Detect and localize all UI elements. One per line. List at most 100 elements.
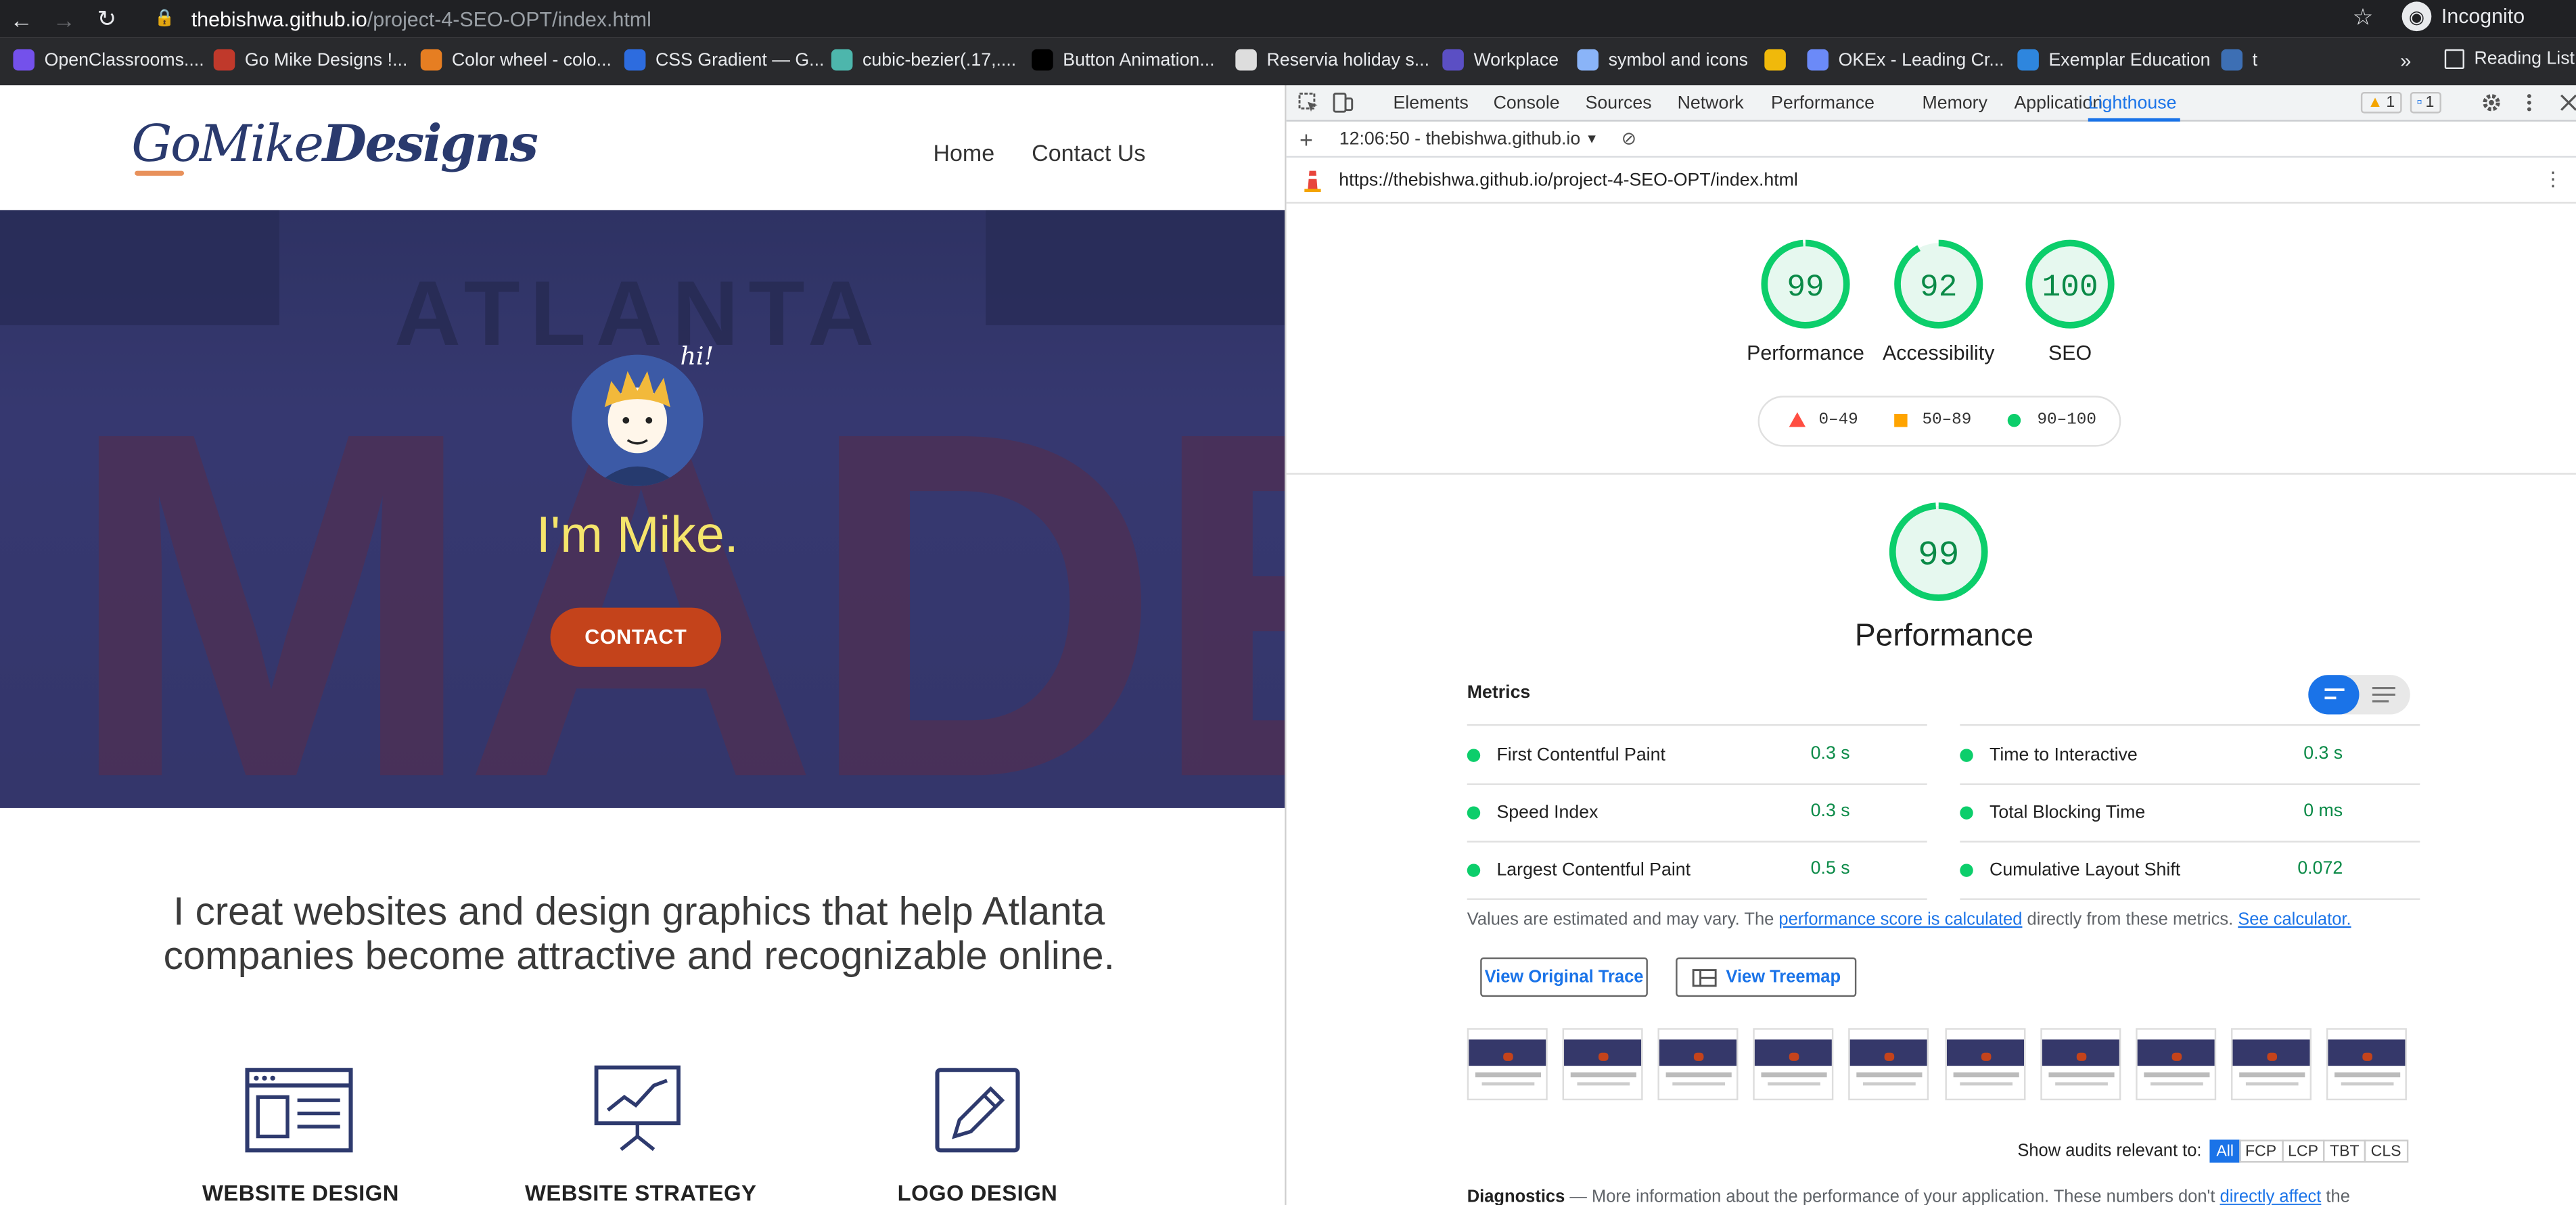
reading-list-button[interactable]: Reading List — [2444, 49, 2575, 70]
report-url[interactable]: https://thebishwa.github.io/project-4-SE… — [1339, 170, 1798, 189]
bookmark-item[interactable]: OpenClassrooms.... — [13, 49, 204, 71]
nav-contact-link[interactable]: Contact Us — [1032, 139, 1145, 166]
audit-filter-cls[interactable]: CLS — [2364, 1139, 2408, 1163]
report-menu-icon[interactable]: ⋮ — [2543, 168, 2562, 191]
note-text: Values are estimated and may vary. The — [1467, 909, 1779, 930]
metrics-view-toggle[interactable] — [2308, 675, 2410, 715]
filmstrip-frame — [2040, 1028, 2121, 1101]
tab-console[interactable]: Console — [1494, 93, 1560, 113]
forward-arrow-icon[interactable]: → — [43, 0, 85, 38]
metric-divider — [1467, 898, 1927, 900]
settings-gear-icon[interactable] — [2481, 92, 2502, 114]
bookmark-favicon-icon — [2221, 49, 2243, 71]
bookmark-item[interactable]: Reservia holiday s... — [1235, 49, 1429, 71]
bookmark-favicon-icon — [420, 49, 442, 71]
accessibility-gauge[interactable]: 92 — [1893, 238, 1985, 330]
metric-row[interactable]: Speed Index — [1467, 797, 1927, 830]
diagnostics-text: More information about the performance o… — [1591, 1187, 2220, 1205]
expanded-view-icon[interactable] — [2370, 685, 2397, 705]
metric-row[interactable]: First Contentful Paint — [1467, 739, 1927, 772]
seo-gauge[interactable]: 100 — [2024, 238, 2116, 330]
bookmark-item[interactable]: t — [2221, 49, 2257, 71]
messages-badge[interactable]: ▫ 1 — [2410, 92, 2441, 114]
bookmark-item[interactable]: CSS Gradient — G... — [624, 49, 825, 71]
bookmark-favicon-icon — [1807, 49, 1829, 71]
note-text-mid: directly from these metrics. — [2022, 909, 2238, 930]
incognito-icon: ◉ — [2401, 1, 2432, 32]
metric-row[interactable]: Cumulative Layout Shift — [1960, 854, 2420, 887]
performance-large-gauge[interactable]: 99 — [1887, 501, 1990, 603]
bookmark-label: cubic-bezier(.17,.... — [862, 50, 1017, 70]
metric-name: Total Blocking Time — [1990, 803, 2146, 823]
metric-row[interactable]: Total Blocking Time — [1960, 797, 2420, 830]
audit-filter-lcp[interactable]: LCP — [2281, 1139, 2325, 1163]
bookmark-label: t — [2252, 50, 2258, 70]
bookmarks-bar: » Reading List OpenClassrooms.... Go Mike… — [0, 37, 2576, 86]
diagnostics-text-end: the — [2321, 1187, 2350, 1205]
metric-divider — [1960, 841, 2420, 843]
pass-circle-icon — [2007, 414, 2021, 427]
directly-affect-link[interactable]: directly affect — [2220, 1187, 2322, 1205]
bookmark-item[interactable]: Button Animation... — [1032, 49, 1215, 71]
lighthouse-icon — [1304, 170, 1321, 191]
contact-button[interactable]: CONTACT — [550, 607, 722, 667]
inspect-element-icon[interactable] — [1298, 92, 1320, 114]
bookmark-item[interactable]: cubic-bezier(.17,.... — [831, 49, 1016, 71]
metric-value: 0.5 s — [1810, 859, 1850, 879]
bookmark-label: Button Animation... — [1063, 50, 1215, 70]
audit-filter-all[interactable]: All — [2209, 1139, 2240, 1163]
audit-filter-tbt[interactable]: TBT — [2323, 1139, 2366, 1163]
tab-network[interactable]: Network — [1678, 93, 1744, 113]
devtools-panel: ▲ 1 ▫ 1 Elements Console Sources Network Perfo… — [1286, 85, 2576, 1205]
view-original-trace-button[interactable]: View Original Trace — [1480, 957, 1648, 997]
metric-name: Speed Index — [1496, 803, 1598, 823]
report-selector[interactable]: 12:06:50 - thebishwa.github.i⁠o — [1339, 129, 1580, 149]
warnings-badge[interactable]: ▲ 1 — [2360, 92, 2401, 114]
back-arrow-icon[interactable]: ← — [0, 0, 43, 38]
bookmark-item[interactable] — [1764, 49, 1795, 71]
reload-icon[interactable]: ↻ — [85, 0, 128, 38]
bookmark-item[interactable]: Exemplar Education — [2017, 49, 2211, 71]
tab-lighthouse[interactable]: Lighthouse — [2088, 93, 2177, 113]
bookmark-item[interactable]: symbol and icons — [1577, 49, 1748, 71]
score-calculated-link[interactable]: performance score is calculated — [1778, 909, 2022, 929]
bookmark-item[interactable]: Color wheel - colo... — [420, 49, 612, 71]
bookmark-item[interactable]: Go Mike Designs !... — [213, 49, 407, 71]
bookmark-label: CSS Gradient — G... — [656, 50, 825, 70]
dropdown-caret-icon[interactable]: ▼ — [1586, 131, 1598, 146]
see-calculator-link[interactable]: See calculator. — [2238, 909, 2351, 929]
bookmark-favicon-icon — [213, 49, 235, 71]
bookmark-item[interactable]: OKEx - Leading Cr... — [1807, 49, 2004, 71]
close-devtools-icon[interactable] — [2558, 92, 2576, 114]
view-treemap-button[interactable]: View Treemap — [1676, 957, 1857, 997]
metric-row[interactable]: Largest Contentful Paint — [1467, 854, 1927, 887]
new-report-plus-icon[interactable]: + — [1300, 126, 1313, 152]
metric-name: First Contentful Paint — [1496, 745, 1665, 765]
page-viewport: GoMikeDesigns Home Contact Us ATLANTA MA… — [0, 85, 1285, 1205]
bookmark-label: OKEx - Leading Cr... — [1838, 50, 2004, 70]
audit-filter-fcp[interactable]: FCP — [2238, 1139, 2283, 1163]
pass-dot-icon — [1467, 749, 1481, 762]
metric-row[interactable]: Time to Interactive — [1960, 739, 2420, 772]
performance-gauge[interactable]: 99 — [1760, 238, 1852, 330]
performance-large-score: 99 — [1918, 536, 1959, 575]
tab-memory[interactable]: Memory — [1922, 93, 1987, 113]
device-toolbar-icon[interactable] — [1333, 92, 1354, 114]
kebab-menu-icon[interactable] — [2518, 92, 2540, 114]
bookmark-star-icon[interactable]: ☆ — [2353, 3, 2374, 31]
fail-triangle-icon — [1789, 412, 1806, 427]
bookmark-favicon-icon — [1577, 49, 1599, 71]
bookmarks-overflow-button[interactable]: » — [2400, 49, 2411, 72]
tab-performance[interactable]: Performance — [1771, 93, 1874, 113]
nav-home-link[interactable]: Home — [933, 139, 994, 166]
site-logo[interactable]: GoMikeDesigns — [131, 115, 538, 174]
tab-elements[interactable]: Elements — [1393, 93, 1468, 113]
filmstrip-frame — [1944, 1028, 2025, 1101]
bookmark-item[interactable]: Workplace — [1442, 49, 1559, 71]
incognito-profile-button[interactable]: ◉ Incognito — [2401, 1, 2525, 32]
clear-reports-icon[interactable]: ⊘ — [1622, 128, 1636, 149]
address-bar[interactable]: 🔒 thebishwa.github.io/project-4-SEO-OPT/… — [138, 1, 2389, 36]
score-legend: 0–49 50–89 90–100 — [1757, 396, 2121, 447]
tab-sources[interactable]: Sources — [1586, 93, 1652, 113]
bookmark-label: Exemplar Education — [2048, 50, 2211, 70]
